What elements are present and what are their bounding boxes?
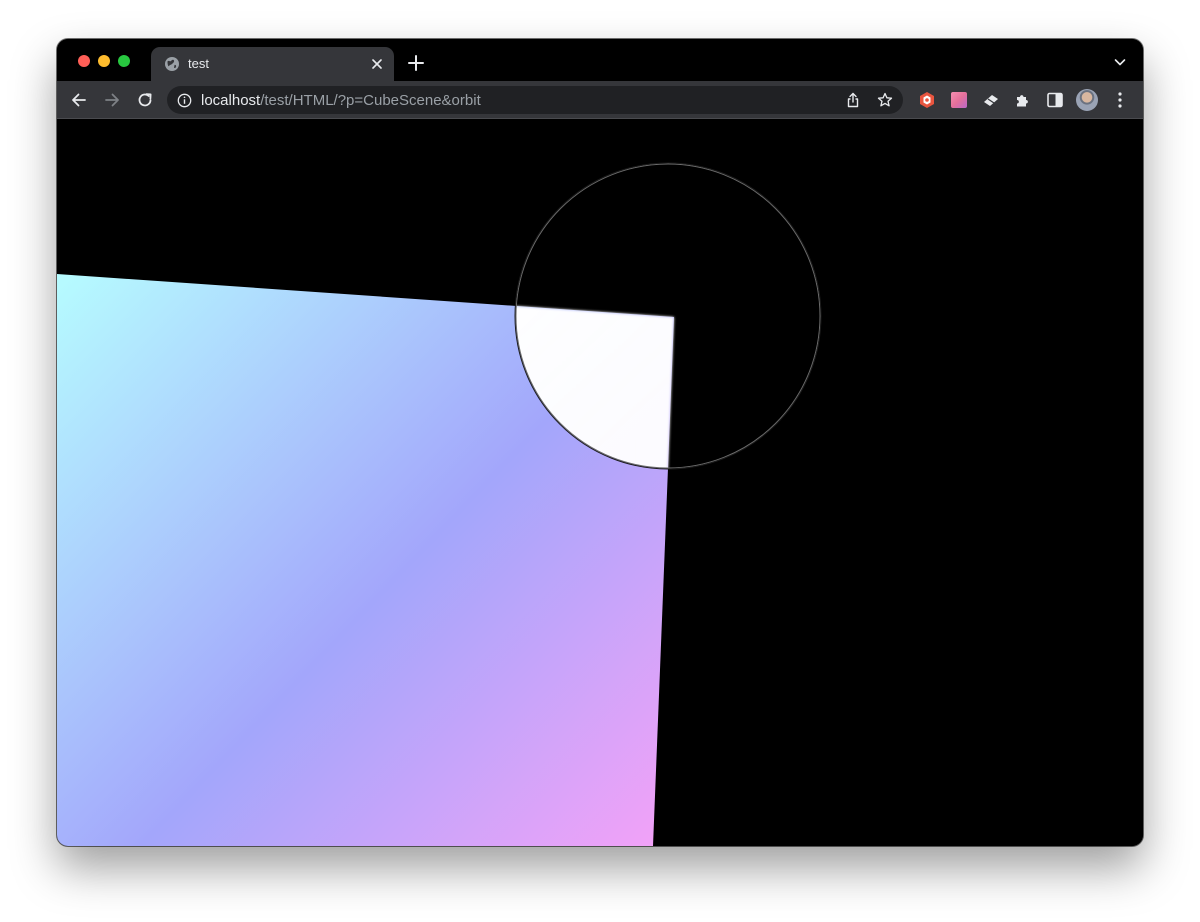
cube-scene-canvas[interactable]: [57, 119, 1143, 846]
browser-toolbar: localhost/test/HTML/?p=CubeScene&orbit: [57, 81, 1143, 119]
side-panel-icon[interactable]: [1046, 91, 1064, 109]
extension-eraser-icon[interactable]: [982, 91, 1000, 109]
zoom-window-button[interactable]: [118, 55, 130, 67]
minimize-window-button[interactable]: [98, 55, 110, 67]
globe-icon: [165, 57, 179, 71]
kebab-menu-icon[interactable]: [1112, 91, 1128, 109]
arrow-left-icon[interactable]: [69, 90, 89, 110]
reload-icon[interactable]: [135, 90, 155, 110]
chevron-down-icon[interactable]: [1113, 55, 1127, 69]
url-text: localhost/test/HTML/?p=CubeScene&orbit: [201, 92, 481, 109]
tab-title: test: [188, 56, 209, 71]
extension-hexagon-icon[interactable]: [918, 91, 936, 109]
tab-strip: test: [57, 39, 1143, 81]
share-icon[interactable]: [845, 92, 861, 108]
star-icon[interactable]: [877, 92, 893, 108]
profile-avatar[interactable]: [1076, 89, 1098, 111]
browser-window: test localhost/test/HTML/?p=CubeScene&or…: [57, 39, 1143, 846]
puzzle-icon[interactable]: [1014, 91, 1032, 109]
plus-icon[interactable]: [407, 54, 425, 72]
extension-gradient-icon[interactable]: [950, 91, 968, 109]
arrow-right-icon[interactable]: [102, 90, 122, 110]
webgl-viewport[interactable]: [57, 119, 1143, 846]
close-tab-icon[interactable]: [369, 56, 385, 72]
info-icon[interactable]: [177, 93, 192, 108]
url-path: /test/HTML/?p=CubeScene&orbit: [260, 92, 481, 109]
url-host: localhost: [201, 92, 261, 109]
address-bar[interactable]: localhost/test/HTML/?p=CubeScene&orbit: [167, 86, 903, 114]
close-window-button[interactable]: [78, 55, 90, 67]
tab-test[interactable]: test: [151, 47, 394, 81]
